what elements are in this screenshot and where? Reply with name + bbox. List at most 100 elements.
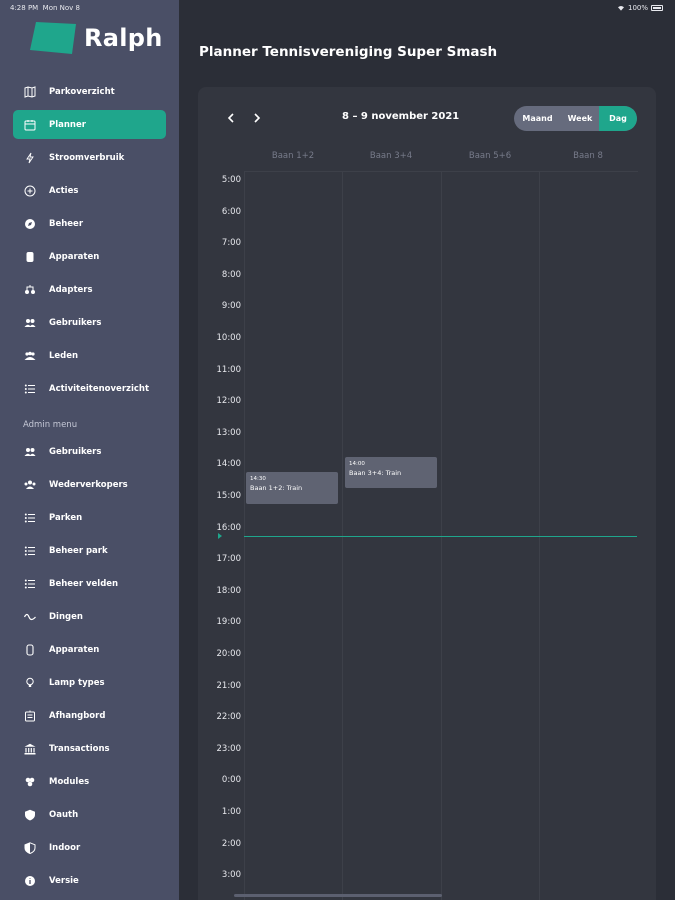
hour-label: 22:00 [216, 712, 242, 723]
column-header: Baan 5+6 [468, 151, 512, 161]
sidebar-item-label: Gebruikers [49, 446, 102, 457]
app-name: Ralph [84, 24, 163, 52]
sidebar-item-label: Gebruikers [49, 317, 102, 328]
sidebar-item-acties[interactable]: Acties [13, 176, 166, 205]
sidebar-item-gebruikers[interactable]: Gebruikers [13, 437, 166, 466]
shield-half-icon [23, 841, 37, 855]
status-time: 4:28 PM Mon Nov 8 [10, 4, 80, 12]
sidebar-item-leden[interactable]: Leden [13, 341, 166, 370]
modules-icon [23, 775, 37, 789]
sidebar-item-label: Parkoverzicht [49, 86, 115, 97]
wave-icon [23, 610, 37, 624]
hour-label: 16:00 [216, 522, 242, 533]
logo-mark-icon [30, 22, 76, 54]
view-day-button[interactable]: Dag [599, 106, 637, 131]
hour-label: 10:00 [216, 333, 242, 343]
hour-label: 12:00 [216, 396, 242, 407]
horizontal-scrollbar[interactable] [234, 894, 442, 897]
sidebar-item-dingen[interactable]: Dingen [13, 602, 166, 631]
sidebar-item-label: Modules [49, 776, 90, 787]
app-logo[interactable]: Ralph [28, 20, 163, 56]
sidebar-item-wederverkopers[interactable]: Wederverkopers [13, 470, 166, 499]
shield-icon [23, 808, 37, 822]
hour-label: 20:00 [216, 649, 242, 659]
event-time: 14:00 [349, 460, 365, 467]
sidebar-item-activiteitenoverzicht[interactable]: Activiteitenoverzicht [13, 374, 166, 403]
sidebar-item-label: Apparaten [49, 644, 100, 655]
column-header: Baan 8 [573, 151, 603, 161]
hour-label: 14:00 [216, 459, 242, 470]
sidebar-item-transactions[interactable]: Transactions [13, 734, 166, 763]
hour-label: 19:00 [216, 617, 242, 628]
sidebar-item-label: Leden [49, 350, 79, 361]
sidebar-item-label: Lamp types [49, 677, 105, 688]
info-icon [23, 874, 37, 888]
hour-label: 8:00 [221, 269, 241, 280]
sidebar-item-apparaten[interactable]: Apparaten [13, 635, 166, 664]
bank-icon [23, 742, 37, 756]
hour-label: 6:00 [221, 206, 241, 217]
date-range: 8 – 9 november 2021 [342, 111, 460, 122]
sidebar-item-label: Afhangbord [49, 710, 106, 721]
sidebar-item-beheer-park[interactable]: Beheer park [13, 536, 166, 565]
device-icon [23, 250, 37, 264]
sidebar-item-planner[interactable]: Planner [13, 110, 166, 139]
map-icon [23, 85, 37, 99]
sidebar-item-label: Oauth [49, 809, 79, 820]
battery-icon [651, 5, 663, 11]
calendar-event[interactable]: 14:00 Baan 3+4: Train [345, 456, 437, 489]
sidebar-item-label: Activiteitenoverzicht [49, 383, 150, 394]
users-icon [23, 316, 37, 330]
sidebar-item-label: Wederverkopers [49, 479, 128, 490]
sidebar-item-label: Planner [49, 119, 86, 130]
status-bar: 4:28 PM Mon Nov 8 100% [0, 0, 675, 16]
hour-label: 2:00 [221, 838, 241, 849]
hour-label: 1:00 [221, 807, 241, 817]
current-time-line [244, 535, 637, 537]
sidebar-item-label: Adapters [49, 284, 93, 295]
view-month-button[interactable]: Maand [514, 106, 561, 131]
view-switcher: Maand Week Dag [514, 106, 637, 131]
sidebar-item-parken[interactable]: Parken [13, 503, 166, 532]
hour-label: 15:00 [216, 491, 242, 501]
adapter-icon [23, 283, 37, 297]
calendar-icon [23, 118, 37, 132]
column-header: Baan 1+2 [271, 151, 315, 161]
sidebar-item-label: Versie [49, 875, 79, 886]
sidebar-item-oauth[interactable]: Oauth [13, 800, 166, 829]
resellers-icon [23, 478, 37, 492]
sidebar-item-parkoverzicht[interactable]: Parkoverzicht [13, 77, 166, 106]
chevron-left-icon[interactable] [224, 111, 238, 125]
board-icon [23, 709, 37, 723]
hour-label: 7:00 [221, 238, 241, 249]
list-icon [23, 544, 37, 558]
sidebar-item-beheer[interactable]: Beheer [13, 209, 166, 238]
list-icon [23, 577, 37, 591]
sidebar-item-apparaten[interactable]: Apparaten [13, 242, 166, 271]
sidebar-item-stroomverbruik[interactable]: Stroomverbruik [13, 143, 166, 172]
sidebar-item-label: Beheer park [49, 545, 108, 556]
calendar-event[interactable]: 14:30 Baan 1+2: Train [246, 472, 338, 504]
hour-label: 5:00 [221, 175, 241, 185]
sidebar-item-gebruikers[interactable]: Gebruikers [13, 308, 166, 337]
members-icon [23, 349, 37, 363]
sidebar-item-modules[interactable]: Modules [13, 767, 166, 796]
status-right: 100% [617, 4, 663, 12]
sidebar-item-label: Beheer [49, 218, 84, 229]
sidebar-item-afhangbord[interactable]: Afhangbord [13, 701, 166, 730]
event-title: Baan 3+4: Train [349, 468, 402, 477]
compass-icon [23, 217, 37, 231]
hour-label: 18:00 [216, 585, 242, 596]
sidebar-item-versie[interactable]: Versie [13, 866, 166, 895]
sidebar-item-lamp-types[interactable]: Lamp types [13, 668, 166, 697]
sidebar-item-label: Parken [49, 512, 83, 523]
view-week-button[interactable]: Week [561, 106, 599, 131]
device-outline-icon [23, 643, 37, 657]
chevron-right-icon[interactable] [250, 111, 264, 125]
hour-label: 23:00 [216, 743, 242, 754]
sidebar-item-beheer-velden[interactable]: Beheer velden [13, 569, 166, 598]
battery-percentage: 100% [627, 4, 648, 12]
sidebar-item-adapters[interactable]: Adapters [13, 275, 166, 304]
event-title: Baan 1+2: Train [250, 484, 303, 493]
sidebar-item-indoor[interactable]: Indoor [13, 833, 166, 862]
